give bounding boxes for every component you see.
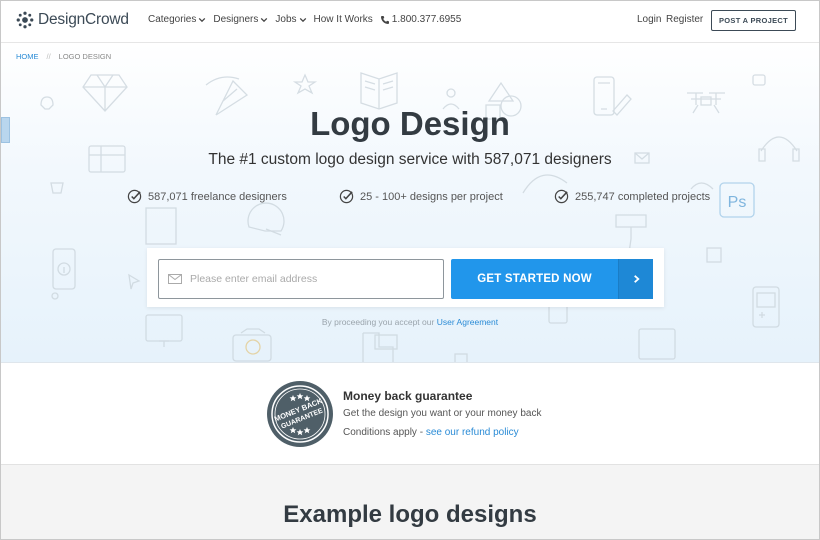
money-back-badge-icon: MONEY BACK GUARANTEE (267, 381, 333, 447)
phone-number: 1.800.377.6955 (391, 14, 462, 25)
get-started-button[interactable]: GET STARTED NOW (451, 259, 653, 299)
refund-policy-link[interactable]: see our refund policy (426, 427, 519, 438)
feature-item: 255,747 completed projects (554, 189, 710, 204)
register-link[interactable]: Register (666, 14, 703, 25)
checkmark-circle-icon (554, 189, 569, 204)
page-title: Logo Design (310, 105, 510, 142)
email-input[interactable] (190, 273, 430, 285)
feature-text: 25 - 100+ designs per project (360, 190, 503, 203)
page-subtitle: The #1 custom logo design service with 5… (208, 151, 612, 168)
nav-jobs-label: Jobs (275, 14, 297, 25)
feature-item: 587,071 freelance designers (127, 189, 287, 204)
designcrowd-logo-icon (16, 11, 34, 29)
guarantee-conditions: Conditions apply - see our refund policy (343, 427, 519, 438)
hero-section: Ps HOME // LOGO DESIGN Logo Design The #… (1, 43, 819, 363)
feature-item: 25 - 100+ designs per project (339, 189, 503, 204)
feature-text: 255,747 completed projects (575, 190, 711, 203)
guarantee-section: MONEY BACK GUARANTEE Money back guarante… (1, 364, 819, 464)
main-nav: Categories Designers Jobs How It Works 1… (148, 14, 468, 25)
nav-phone[interactable]: 1.800.377.6955 (380, 14, 462, 25)
chevron-right-icon (618, 259, 653, 299)
nav-how-it-works-label: How It Works (313, 14, 373, 25)
nav-categories[interactable]: Categories (148, 14, 206, 25)
nav-designers[interactable]: Designers (213, 14, 268, 25)
phone-icon (380, 15, 389, 24)
login-link[interactable]: Login (637, 14, 661, 25)
envelope-icon (168, 274, 182, 284)
conditions-prefix: Conditions apply - (343, 427, 424, 438)
chevron-down-icon (299, 17, 306, 22)
page-frame: DesignCrowd Categories Designers Jobs Ho… (0, 0, 820, 540)
chevron-down-icon (199, 17, 206, 22)
nav-categories-label: Categories (148, 14, 197, 25)
get-started-label: GET STARTED NOW (477, 273, 592, 285)
examples-title: Example logo designs (283, 501, 537, 528)
nav-how-it-works[interactable]: How It Works (314, 14, 373, 25)
email-field[interactable] (158, 259, 444, 299)
user-agreement-link[interactable]: User Agreement (437, 317, 498, 327)
checkmark-circle-icon (127, 189, 142, 204)
top-header: DesignCrowd Categories Designers Jobs Ho… (1, 1, 819, 43)
nav-jobs[interactable]: Jobs (275, 14, 306, 25)
guarantee-title: Money back guarantee (343, 389, 473, 403)
agreement-note: By proceeding you accept our User Agreem… (1, 317, 819, 327)
signup-form: GET STARTED NOW (147, 248, 664, 307)
examples-section: Example logo designs (1, 464, 819, 539)
post-project-button[interactable]: POST A PROJECT (711, 10, 796, 31)
photoshop-icon-text: Ps (728, 194, 747, 211)
agreement-prefix: By proceeding you accept our (321, 317, 435, 327)
breadcrumb-home-link[interactable]: HOME (16, 52, 39, 61)
nav-designers-label: Designers (213, 14, 259, 25)
guarantee-description: Get the design you want or your money ba… (343, 408, 542, 419)
brand-logo[interactable]: DesignCrowd (16, 11, 129, 29)
breadcrumb-current: LOGO DESIGN (58, 52, 112, 61)
breadcrumb: HOME // LOGO DESIGN (16, 52, 111, 61)
breadcrumb-separator: // (46, 52, 51, 61)
checkmark-circle-icon (339, 189, 354, 204)
brand-name: DesignCrowd (38, 11, 129, 28)
feature-text: 587,071 freelance designers (148, 190, 287, 203)
chevron-down-icon (261, 17, 268, 22)
